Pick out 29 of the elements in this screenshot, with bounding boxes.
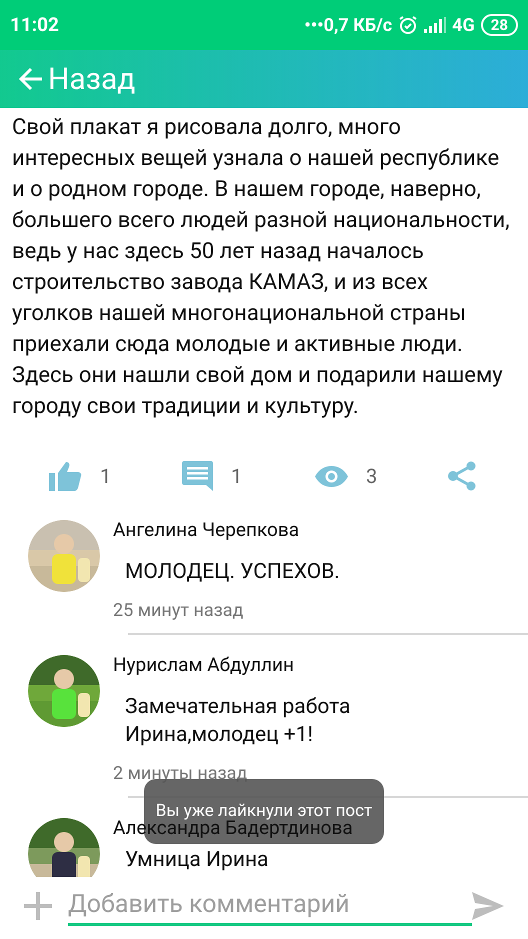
network-type: 4G: [452, 14, 475, 38]
views-count: 3: [366, 463, 378, 490]
send-icon[interactable]: [472, 892, 504, 920]
like-button[interactable]: 1: [49, 456, 182, 496]
comment-time: 25 минут назад: [113, 600, 244, 622]
comment-time: 2 минуты назад: [113, 763, 248, 785]
comment-count: 1: [231, 463, 242, 490]
comment-input[interactable]: Добавить комментарий: [68, 886, 472, 926]
status-time: 11:02: [10, 12, 59, 38]
views-button[interactable]: 3: [315, 456, 448, 496]
thumbs-up-icon: [49, 462, 82, 490]
post-text: Свой плакат я рисовала долго, много интересных вещей узнала о нашей республике и о родном городе. В нашем городе, наверно, большего всего людей разной национальности, ведь у нас здесь 50 лет назад началось строительство завода КАМАЗ, и из всех уголков нашей многонациональной страны приехали сюда молодые и активные люди. Здесь они нашли свой дом и подарили нашему городу свои традиции и культуру.: [11, 114, 511, 421]
comment-button[interactable]: 1: [182, 456, 315, 496]
share-icon: [448, 461, 476, 491]
comment-icon: [182, 461, 213, 491]
comment-author: Ангелина Черепкова: [113, 518, 300, 542]
signal-icon: [424, 17, 446, 33]
back-arrow-icon: [18, 66, 44, 92]
battery-level: 28: [480, 14, 518, 36]
comment-author: Нурислам Абдуллин: [113, 653, 294, 677]
alarm-icon: [398, 15, 418, 35]
add-icon[interactable]: [24, 892, 52, 920]
network-speed: 0,7 КБ/с: [324, 14, 392, 38]
comment-text: Умница Ирина: [124, 847, 270, 874]
comment-text: МОЛОДЕЦ. УСПЕХОВ.: [124, 559, 341, 586]
like-count: 1: [100, 463, 112, 490]
comment-text: Замечательная работа Ирина,молодец +1!: [124, 694, 352, 749]
notification-dots: •••: [304, 14, 324, 38]
eye-icon: [315, 466, 348, 486]
